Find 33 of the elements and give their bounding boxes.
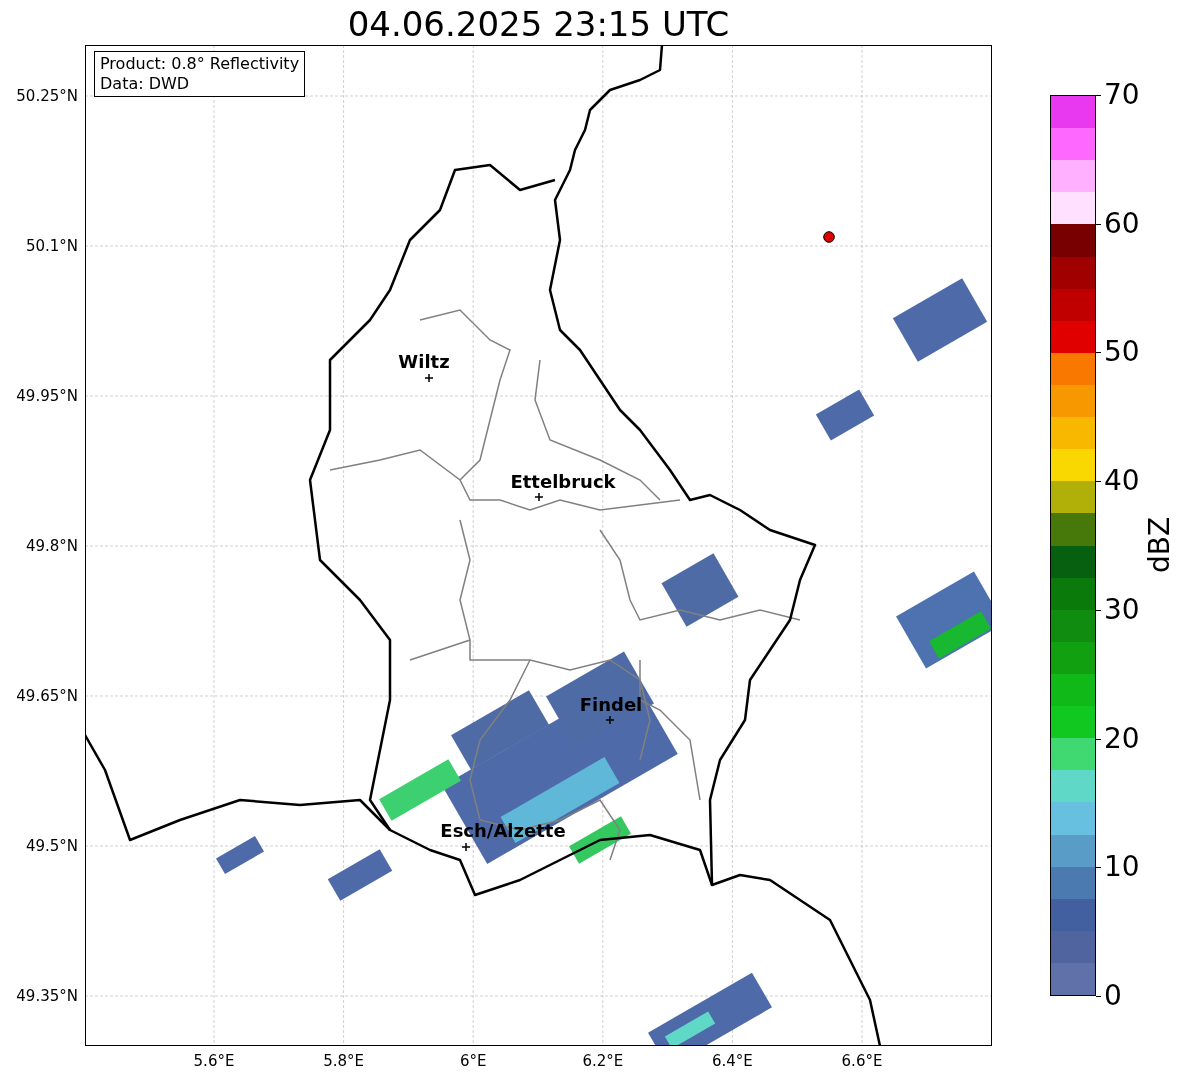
chart-title: 04.06.2025 23:15 UTC <box>346 4 731 44</box>
city-label: Findel <box>579 694 643 716</box>
colorbar-tick-label: 60 <box>1104 207 1140 240</box>
colorbar-tick-label: 30 <box>1104 593 1140 626</box>
axis-tick-label: 6.4°E <box>711 1052 753 1070</box>
axis-tick-label: 6.2°E <box>582 1052 624 1070</box>
axis-tick-label: 49.8°N <box>25 537 78 555</box>
city-label: Ettelbruck <box>510 471 616 493</box>
axis-tick-label: 6°E <box>459 1052 487 1070</box>
axis-tick-label: 49.35°N <box>16 987 78 1005</box>
city-label: Wiltz <box>398 351 450 373</box>
colorbar-tick-label: 0 <box>1104 980 1122 1012</box>
legend-text: Product: 0.8° Reflectivity <box>100 54 300 74</box>
axis-tick-label: 49.65°N <box>16 687 78 705</box>
colorbar-tick-label: 10 <box>1104 851 1140 884</box>
location-dot-icon <box>823 231 835 243</box>
city-marker-icon <box>535 493 543 501</box>
axis-tick-label: 50.25°N <box>16 87 78 105</box>
colorbar-tick-label: 70 <box>1104 79 1140 111</box>
axis-tick-label: 49.95°N <box>16 387 78 405</box>
city-marker-icon <box>462 843 470 851</box>
axis-tick-label: 49.5°N <box>25 837 78 855</box>
axis-tick-label: 6.6°E <box>841 1052 883 1070</box>
city-marker-icon <box>425 374 433 382</box>
legend-text: Data: DWD <box>100 74 191 94</box>
axis-tick-label: 5.6°E <box>193 1052 235 1070</box>
colorbar-tick-label: 20 <box>1104 722 1140 755</box>
colorbar-label: dBZ <box>1144 516 1176 574</box>
city-marker-icon <box>606 716 614 724</box>
axis-tick-label: 5.8°E <box>323 1052 364 1070</box>
colorbar-tick-label: 50 <box>1104 336 1140 369</box>
colorbar-tick-label: 40 <box>1104 465 1140 498</box>
axis-tick-label: 50.1°N <box>25 237 78 255</box>
